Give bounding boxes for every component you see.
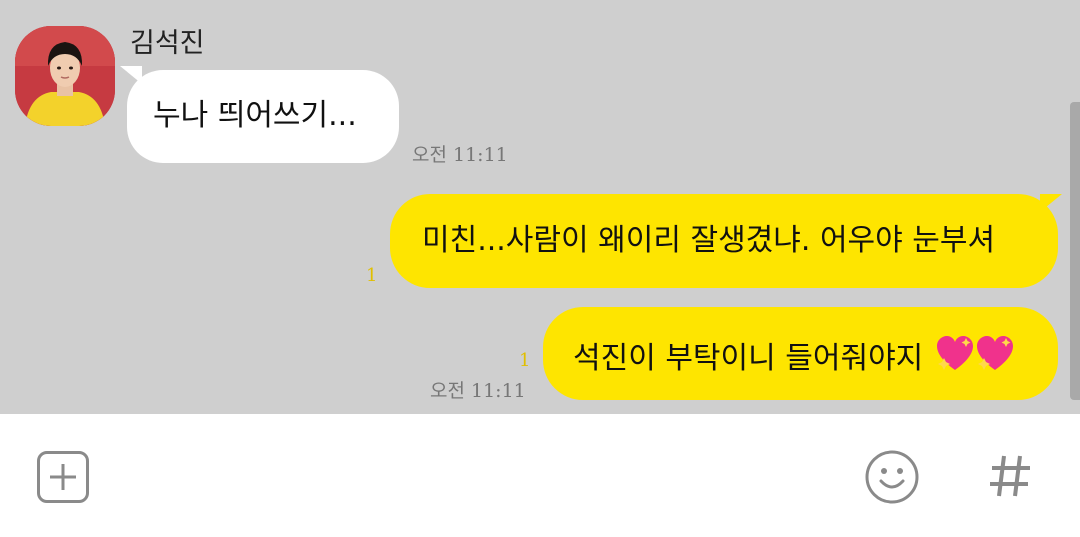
outgoing-message-text: 석진이 부탁이니 들어줘야지 xyxy=(573,341,924,376)
unread-count: 1 xyxy=(366,265,378,286)
outgoing-message-bubble[interactable]: 미친...사람이 왜이리 잘생겼냐. 어우야 눈부셔 xyxy=(390,194,1058,288)
unread-count: 1 xyxy=(519,350,531,371)
incoming-message-time: 오전 11:11 xyxy=(412,144,508,166)
smiley-icon xyxy=(865,450,919,504)
outgoing-message-time: 오전 11:11 xyxy=(430,380,526,402)
emoji-button[interactable] xyxy=(864,449,920,505)
incoming-message-bubble[interactable]: 누나 띄어쓰기... xyxy=(127,70,399,163)
add-attachment-button[interactable] xyxy=(37,451,89,503)
profile-photo xyxy=(15,26,115,126)
incoming-message-text: 누나 띄어쓰기... xyxy=(153,98,357,133)
plus-square-icon xyxy=(50,464,76,490)
outgoing-message-bubble[interactable]: 석진이 부탁이니 들어줘야지 xyxy=(543,307,1058,400)
chat-area[interactable]: 김석진 누나 띄어쓰기... 오전 11:11 미친...사람이 왜이리 잘생겼… xyxy=(0,0,1080,414)
hash-icon xyxy=(990,455,1030,497)
sender-name: 김석진 xyxy=(130,28,205,59)
sparkling-heart-icon xyxy=(935,334,1015,385)
scrollbar[interactable] xyxy=(1070,102,1080,400)
hashtag-search-button[interactable] xyxy=(988,452,1032,500)
avatar[interactable] xyxy=(15,26,115,126)
outgoing-message-text: 미친...사람이 왜이리 잘생겼냐. 어우야 눈부셔 xyxy=(422,223,996,258)
